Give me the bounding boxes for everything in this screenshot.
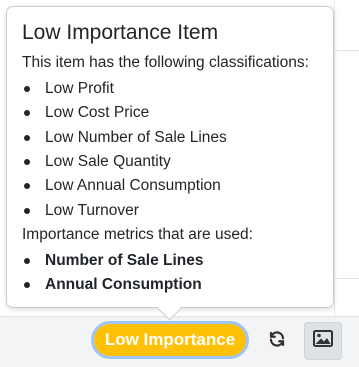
- bullet-icon: [24, 208, 30, 214]
- refresh-icon: [268, 330, 286, 353]
- stage: Low Importance Low Importance Item This …: [0, 0, 359, 367]
- bullet-icon: [24, 159, 30, 165]
- low-importance-badge-button[interactable]: Low Importance: [91, 321, 249, 359]
- background-panel-edge: [334, 0, 359, 316]
- background-divider: [335, 50, 359, 51]
- classifications-intro: This item has the following classificati…: [22, 54, 309, 71]
- metrics-intro: Importance metrics that are used:: [22, 226, 253, 243]
- background-divider: [335, 278, 359, 279]
- bullet-icon: [24, 135, 30, 141]
- bullet-icon: [24, 258, 30, 264]
- bullet-icon: [24, 282, 30, 288]
- bullet-icon: [24, 183, 30, 189]
- importance-popover: Low Importance Item This item has the fo…: [6, 6, 334, 308]
- refresh-button[interactable]: [258, 322, 296, 360]
- image-button[interactable]: [304, 322, 342, 360]
- image-icon: [313, 330, 333, 352]
- popover-title: Low Importance Item: [22, 21, 219, 44]
- bullet-icon: [24, 86, 30, 92]
- bullet-icon: [24, 110, 30, 116]
